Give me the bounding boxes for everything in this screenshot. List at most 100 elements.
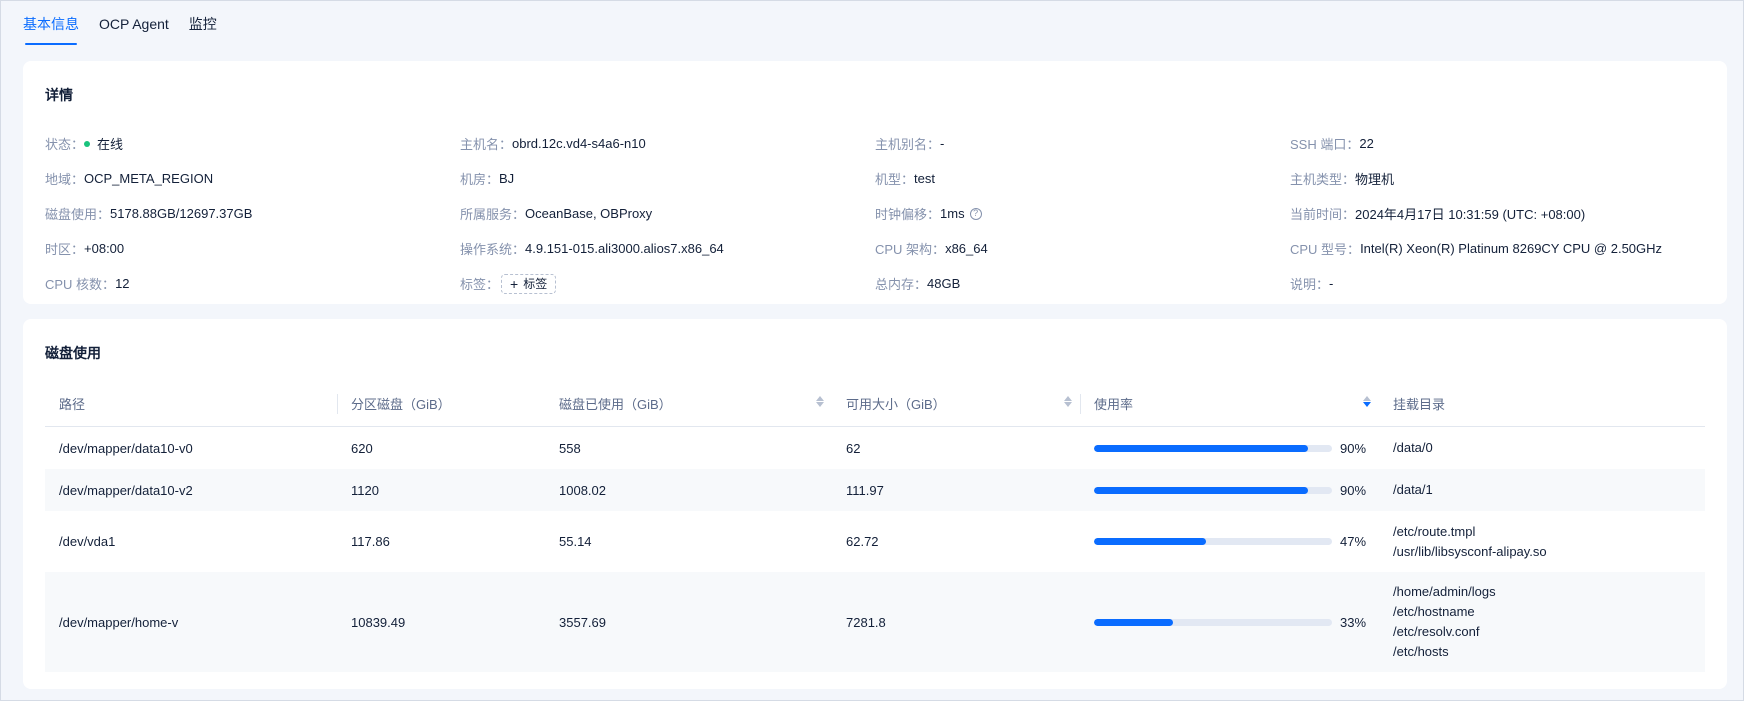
info-value: 12 <box>115 276 130 291</box>
info-label: 总内存： <box>875 277 928 292</box>
info-tags: 标签： + 标签 <box>460 266 875 301</box>
usage-progress-fill <box>1094 444 1309 452</box>
usage-progress-fill <box>1094 538 1206 545</box>
column-header-used[interactable]: 磁盘已使用（GiB） <box>545 381 832 426</box>
usage-progress-fill <box>1094 486 1309 494</box>
column-header-path: 路径 <box>59 397 86 412</box>
cell-path: /dev/mapper/home-v <box>59 614 179 630</box>
info-label: CPU 核数： <box>45 277 116 292</box>
question-circle-icon[interactable]: ? <box>969 207 982 220</box>
tab-monitor[interactable]: 监控 <box>189 1 217 47</box>
status-dot-icon <box>84 140 91 147</box>
info-value: - <box>940 136 945 151</box>
mount-path: /data/0 <box>1393 440 1433 455</box>
usage-percent: 47% <box>1340 534 1367 549</box>
plus-icon: + <box>510 275 519 292</box>
info-label: 说明： <box>1290 277 1330 292</box>
info-label: 机房： <box>460 172 500 187</box>
info-value: OceanBase, OBProxy <box>525 206 653 221</box>
info-value: x86_64 <box>945 241 988 256</box>
usage-percent: 33% <box>1340 614 1367 630</box>
column-header-usage[interactable]: 使用率 <box>1080 381 1379 426</box>
detail-card: 详情 状态： 在线 主机名： obrd.12c.vd4-s4a6-n10 主机别… <box>23 61 1727 304</box>
column-header-total: 分区磁盘（GiB） <box>337 381 545 426</box>
sort-icon[interactable] <box>816 396 824 407</box>
mount-path: /home/admin/logs <box>1393 584 1496 599</box>
add-tag-button[interactable]: + 标签 <box>501 273 557 294</box>
tab-basic-info[interactable]: 基本信息 <box>23 1 79 47</box>
info-value: 5178.88GB/12697.37GB <box>110 206 253 221</box>
info-value: 22 <box>1359 136 1374 151</box>
info-value: 物理机 <box>1355 172 1395 187</box>
info-label: 磁盘使用： <box>45 207 111 222</box>
usage-progress-bar <box>1094 444 1332 452</box>
info-disk-usage: 磁盘使用： 5178.88GB/12697.37GB <box>45 196 460 231</box>
cell-path: /dev/vda1 <box>59 534 116 549</box>
info-label: 时钟偏移： <box>875 207 941 222</box>
info-cpu-model: CPU 型号： Intel(R) Xeon(R) Platinum 8269CY… <box>1290 231 1705 266</box>
info-ssh-port: SSH 端口： 22 <box>1290 126 1705 161</box>
table-header: 路径 分区磁盘（GiB） 磁盘已使用（GiB） 可用大小（GiB） 使用率 挂载… <box>45 381 1705 427</box>
clock-offset-text: 1ms <box>940 206 965 221</box>
disk-usage-card: 磁盘使用 路径 分区磁盘（GiB） 磁盘已使用（GiB） 可用大小（GiB） 使… <box>23 319 1727 689</box>
cell-total: 10839.49 <box>351 614 406 630</box>
info-host-type: 主机类型： 物理机 <box>1290 161 1705 196</box>
mount-path: /etc/resolv.conf <box>1393 624 1480 639</box>
info-label: 主机名： <box>460 137 513 152</box>
cell-usage: 90% <box>1080 441 1379 456</box>
cell-usage: 90% <box>1080 483 1379 498</box>
info-value: 48GB <box>927 276 961 291</box>
info-idc: 机房： BJ <box>460 161 875 196</box>
table-row: /dev/mapper/data10-v2 1120 1008.02 111.9… <box>45 469 1705 511</box>
mount-path: /etc/hosts <box>1393 644 1449 659</box>
cell-usage: 33% <box>1080 615 1379 630</box>
info-value: 2024年4月17日 10:31:59 (UTC: +08:00) <box>1355 207 1586 222</box>
info-label: 状态： <box>45 137 85 152</box>
cell-used: 3557.69 <box>559 614 606 630</box>
detail-title: 详情 <box>45 87 73 103</box>
info-alias: 主机别名： - <box>875 126 1290 161</box>
info-label: CPU 型号： <box>1290 242 1361 257</box>
info-clock-offset: 时钟偏移： 1ms ? <box>875 196 1290 231</box>
sort-descending-icon[interactable] <box>1363 396 1371 407</box>
info-label: 当前时间： <box>1290 207 1356 222</box>
info-value: 4.9.151-015.ali3000.alios7.x86_64 <box>525 241 724 256</box>
cell-available: 62.72 <box>846 534 879 549</box>
info-label: 所属服务： <box>460 207 526 222</box>
info-timezone: 时区： +08:00 <box>45 231 460 266</box>
column-header-available[interactable]: 可用大小（GiB） <box>832 381 1080 426</box>
status-text: 在线 <box>97 137 124 152</box>
usage-percent: 90% <box>1340 440 1367 456</box>
cell-mounts: /data/1 <box>1379 480 1705 500</box>
info-label: 主机类型： <box>1290 172 1356 187</box>
info-status: 状态： 在线 <box>45 126 460 161</box>
info-value: test <box>914 171 935 186</box>
info-description: 说明： - <box>1290 266 1705 301</box>
disk-table: 路径 分区磁盘（GiB） 磁盘已使用（GiB） 可用大小（GiB） 使用率 挂载… <box>45 381 1705 672</box>
tab-bar: 基本信息 OCP Agent 监控 <box>23 1 217 47</box>
info-value: obrd.12c.vd4-s4a6-n10 <box>512 136 646 151</box>
cell-used: 55.14 <box>559 534 592 549</box>
info-os: 操作系统： 4.9.151-015.ali3000.alios7.x86_64 <box>460 231 875 266</box>
tab-ocp-agent[interactable]: OCP Agent <box>99 1 169 47</box>
info-model: 机型： test <box>875 161 1290 196</box>
info-label: 地域： <box>45 172 85 187</box>
info-label: SSH 端口： <box>1290 137 1360 152</box>
info-value: 在线 <box>84 134 123 153</box>
column-header-mounts: 挂载目录 <box>1393 397 1446 412</box>
cell-available: 62 <box>846 440 861 456</box>
info-value: +08:00 <box>84 241 125 256</box>
info-label: CPU 架构： <box>875 242 946 257</box>
cell-mounts: /home/admin/logs /etc/hostname /etc/reso… <box>1379 582 1705 662</box>
info-value: BJ <box>499 171 515 186</box>
sort-icon[interactable] <box>1064 396 1072 407</box>
cell-path: /dev/mapper/data10-v0 <box>59 440 193 456</box>
cell-available: 7281.8 <box>846 614 886 630</box>
mount-path: /usr/lib/libsysconf-alipay.so <box>1393 543 1547 559</box>
info-label: 标签： <box>460 277 500 292</box>
info-cpu-arch: CPU 架构： x86_64 <box>875 231 1290 266</box>
detail-grid: 状态： 在线 主机名： obrd.12c.vd4-s4a6-n10 主机别名： … <box>45 126 1705 301</box>
cell-total: 620 <box>351 440 373 456</box>
cell-mounts: /data/0 <box>1379 438 1705 458</box>
cell-path: /dev/mapper/data10-v2 <box>59 482 193 498</box>
